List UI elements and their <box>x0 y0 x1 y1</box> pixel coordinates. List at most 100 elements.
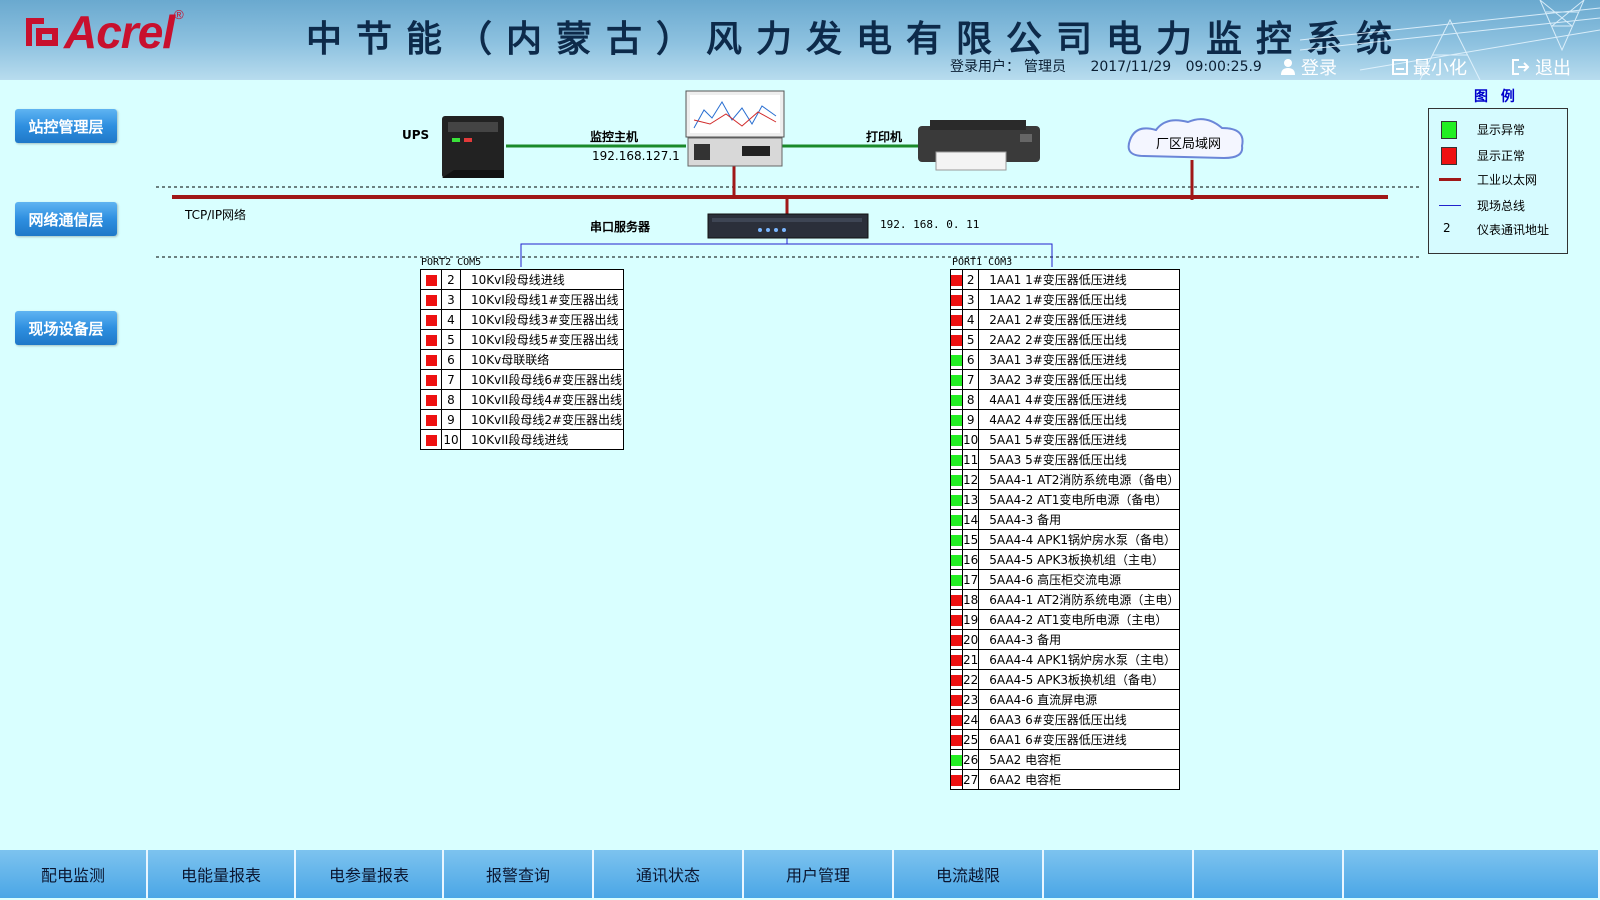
footer-tab-empty[interactable] <box>1044 850 1194 898</box>
table-row[interactable]: 16 5AA4-5 APK3板换机组（主电） <box>950 549 1181 570</box>
table-row[interactable]: 26 5AA2 电容柜 <box>950 749 1181 770</box>
table-row[interactable]: 6 10Kv母联联络 <box>420 349 624 370</box>
table-row[interactable]: 15 5AA4-4 APK1锅炉房水泵（备电） <box>950 529 1181 550</box>
table-row[interactable]: 12 5AA4-1 AT2消防系统电源（备电） <box>950 469 1181 490</box>
device-name[interactable]: 5AA2 电容柜 <box>978 749 1181 770</box>
table-row[interactable]: 9 4AA2 4#变压器低压出线 <box>950 409 1181 430</box>
device-name[interactable]: 3AA2 3#变压器低压出线 <box>978 369 1181 390</box>
table-row[interactable]: 7 3AA2 3#变压器低压出线 <box>950 369 1181 390</box>
device-name[interactable]: 6AA2 电容柜 <box>978 769 1181 790</box>
device-name[interactable]: 6AA1 6#变压器低压进线 <box>978 729 1181 750</box>
device-name[interactable]: 6AA4-6 直流屏电源 <box>978 689 1181 710</box>
table-row[interactable]: 4 10KvI段母线3#变压器出线 <box>420 309 624 330</box>
table-row[interactable]: 24 6AA3 6#变压器低压出线 <box>950 709 1181 730</box>
device-address: 5 <box>441 329 461 350</box>
device-address: 3 <box>441 289 461 310</box>
table-row[interactable]: 10 5AA1 5#变压器低压进线 <box>950 429 1181 450</box>
table-row[interactable]: 23 6AA4-6 直流屏电源 <box>950 689 1181 710</box>
device-name[interactable]: 5AA4-5 APK3板换机组（主电） <box>978 549 1181 570</box>
device-name[interactable]: 2AA1 2#变压器低压进线 <box>978 309 1181 330</box>
device-address: 5 <box>961 329 980 350</box>
device-name[interactable]: 6AA4-5 APK3板换机组（备电） <box>978 669 1181 690</box>
device-address: 8 <box>961 389 980 410</box>
table-row[interactable]: 3 1AA2 1#变压器低压出线 <box>950 289 1181 310</box>
table-row[interactable]: 21 6AA4-4 APK1锅炉房水泵（主电） <box>950 649 1181 670</box>
status-cell <box>420 329 442 350</box>
device-name[interactable]: 5AA1 5#变压器低压进线 <box>978 429 1181 450</box>
status-abnormal-indicator <box>951 394 962 406</box>
device-name[interactable]: 10KvI段母线5#变压器出线 <box>460 329 624 350</box>
device-name[interactable]: 2AA2 2#变压器低压出线 <box>978 329 1181 350</box>
table-row[interactable]: 17 5AA4-6 高压柜交流电源 <box>950 569 1181 590</box>
device-name[interactable]: 5AA4-2 AT1变电所电源（备电） <box>978 489 1181 510</box>
port-right-title: PORT1 COM3 <box>952 257 1013 268</box>
table-row[interactable]: 19 6AA4-2 AT1变电所电源（主电） <box>950 609 1181 630</box>
table-row[interactable]: 18 6AA4-1 AT2消防系统电源（主电） <box>950 589 1181 610</box>
device-name[interactable]: 6AA4-4 APK1锅炉房水泵（主电） <box>978 649 1181 670</box>
status-cell <box>950 389 963 410</box>
table-row[interactable]: 2 10KvI段母线进线 <box>420 269 624 290</box>
device-name[interactable]: 5AA4-4 APK1锅炉房水泵（备电） <box>978 529 1181 550</box>
table-row[interactable]: 10 10KvII段母线进线 <box>420 429 624 450</box>
status-normal-indicator <box>425 354 437 366</box>
status-cell <box>420 349 442 370</box>
device-name[interactable]: 6AA4-2 AT1变电所电源（主电） <box>978 609 1181 630</box>
status-abnormal-indicator <box>951 354 962 366</box>
device-name[interactable]: 10Kv母联联络 <box>460 349 624 370</box>
status-cell <box>950 689 963 710</box>
device-name[interactable]: 6AA4-3 备用 <box>978 629 1181 650</box>
footer-tab-5[interactable]: 通讯状态 <box>594 850 744 898</box>
table-row[interactable]: 25 6AA1 6#变压器低压进线 <box>950 729 1181 750</box>
table-row[interactable]: 6 3AA1 3#变压器低压进线 <box>950 349 1181 370</box>
device-name[interactable]: 1AA2 1#变压器低压出线 <box>978 289 1181 310</box>
table-row[interactable]: 3 10KvI段母线1#变压器出线 <box>420 289 624 310</box>
device-name[interactable]: 10KvI段母线3#变压器出线 <box>460 309 624 330</box>
device-name[interactable]: 10KvII段母线4#变压器出线 <box>460 389 624 410</box>
device-name[interactable]: 10KvII段母线进线 <box>460 429 624 450</box>
table-row[interactable]: 8 4AA1 4#变压器低压进线 <box>950 389 1181 410</box>
device-name[interactable]: 10KvII段母线2#变压器出线 <box>460 409 624 430</box>
lan-label[interactable]: 厂区局域网 <box>1156 133 1221 152</box>
status-cell <box>950 649 963 670</box>
table-row[interactable]: 22 6AA4-5 APK3板换机组（备电） <box>950 669 1181 690</box>
status-abnormal-indicator <box>951 434 962 446</box>
device-name[interactable]: 4AA1 4#变压器低压进线 <box>978 389 1181 410</box>
device-name[interactable]: 3AA1 3#变压器低压进线 <box>978 349 1181 370</box>
legend-item: 2 仪表通讯地址 <box>1429 219 1567 239</box>
table-row[interactable]: 13 5AA4-2 AT1变电所电源（备电） <box>950 489 1181 510</box>
footer-tab-7[interactable]: 电流越限 <box>894 850 1044 898</box>
footer-tab-6[interactable]: 用户管理 <box>744 850 894 898</box>
table-row[interactable]: 7 10KvII段母线6#变压器出线 <box>420 369 624 390</box>
table-row[interactable]: 5 10KvI段母线5#变压器出线 <box>420 329 624 350</box>
table-row[interactable]: 9 10KvII段母线2#变压器出线 <box>420 409 624 430</box>
device-address: 27 <box>961 769 980 790</box>
footer-tab-empty[interactable] <box>1344 850 1600 898</box>
table-row[interactable]: 27 6AA2 电容柜 <box>950 769 1181 790</box>
footer-tab-4[interactable]: 报警查询 <box>444 850 594 898</box>
table-row[interactable]: 8 10KvII段母线4#变压器出线 <box>420 389 624 410</box>
device-name[interactable]: 5AA3 5#变压器低压出线 <box>978 449 1181 470</box>
device-name[interactable]: 5AA4-3 备用 <box>978 509 1181 530</box>
device-name[interactable]: 6AA4-1 AT2消防系统电源（主电） <box>978 589 1181 610</box>
device-name[interactable]: 10KvI段母线进线 <box>460 269 624 290</box>
table-row[interactable]: 2 1AA1 1#变压器低压进线 <box>950 269 1181 290</box>
table-row[interactable]: 11 5AA3 5#变压器低压出线 <box>950 449 1181 470</box>
status-cell <box>950 769 963 790</box>
device-name[interactable]: 10KvII段母线6#变压器出线 <box>460 369 624 390</box>
device-name[interactable]: 6AA3 6#变压器低压出线 <box>978 709 1181 730</box>
footer-tab-3[interactable]: 电参量报表 <box>296 850 444 898</box>
device-name[interactable]: 4AA2 4#变压器低压出线 <box>978 409 1181 430</box>
device-name[interactable]: 5AA4-6 高压柜交流电源 <box>978 569 1181 590</box>
device-address: 2 <box>441 269 461 290</box>
table-row[interactable]: 14 5AA4-3 备用 <box>950 509 1181 530</box>
device-name[interactable]: 5AA4-1 AT2消防系统电源（备电） <box>978 469 1181 490</box>
table-row[interactable]: 4 2AA1 2#变压器低压进线 <box>950 309 1181 330</box>
table-row[interactable]: 20 6AA4-3 备用 <box>950 629 1181 650</box>
table-row[interactable]: 5 2AA2 2#变压器低压出线 <box>950 329 1181 350</box>
footer-tab-2[interactable]: 电能量报表 <box>148 850 296 898</box>
status-cell <box>950 549 963 570</box>
device-name[interactable]: 1AA1 1#变压器低压进线 <box>978 269 1181 290</box>
device-name[interactable]: 10KvI段母线1#变压器出线 <box>460 289 624 310</box>
footer-tab-empty[interactable] <box>1194 850 1344 898</box>
footer-tab-1[interactable]: 配电监测 <box>0 850 148 898</box>
